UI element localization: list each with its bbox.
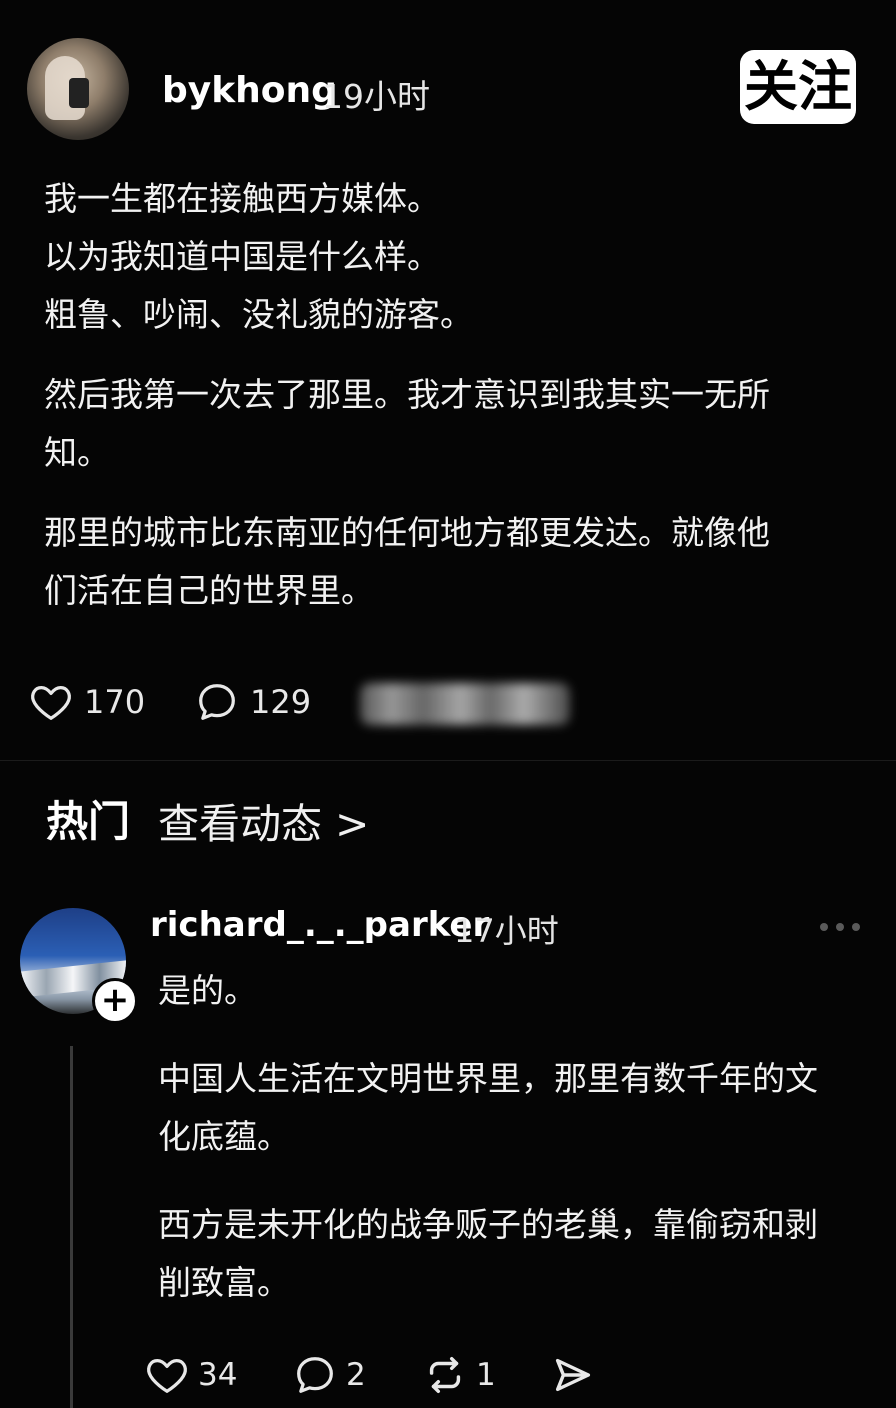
post-line: 以为我知道中国是什么样。 [44, 237, 440, 276]
post-body: 我一生都在接触西方媒体。 以为我知道中国是什么样。 粗鲁、吵闹、没礼貌的游客。 … [44, 170, 844, 620]
hot-replies-heading: 热门 [46, 797, 131, 846]
post-author-username[interactable]: bykhong [162, 70, 337, 111]
post-line: 然后我第一次去了那里。我才意识到我其实一无所 [44, 375, 770, 414]
avatar-phone-shape [69, 78, 89, 108]
follow-button[interactable]: 关注 [740, 50, 856, 124]
comment-action-bar: 34 2 1 [144, 1350, 644, 1400]
more-dots-icon[interactable] [820, 918, 860, 936]
comment-line: 中国人生活在文明世界里，那里有数千年的文 [158, 1059, 818, 1098]
post-line: 那里的城市比东南亚的任何地方都更发达。就像他 [44, 513, 770, 552]
repost-icon [429, 1356, 461, 1394]
plus-icon[interactable]: + [92, 978, 138, 1024]
like-button[interactable]: 170 [28, 676, 145, 728]
comment-repost-button[interactable]: 1 [422, 1350, 496, 1400]
comment-line: 是的。 [158, 971, 257, 1010]
comment-reply-count: 2 [346, 1357, 366, 1393]
post-line: 知。 [44, 433, 110, 472]
comment-button[interactable]: 129 [194, 676, 311, 728]
heart-icon [31, 685, 71, 720]
speech-bubble-icon [297, 1357, 333, 1393]
post-line: 们活在自己的世界里。 [44, 571, 374, 610]
comment-body: 是的。 中国人生活在文明世界里，那里有数千年的文 化底蕴。 西方是未开化的战争贩… [158, 962, 858, 1312]
heart-icon [147, 1358, 187, 1393]
comment-repost-count: 1 [476, 1357, 496, 1393]
post-line: 我一生都在接触西方媒体。 [44, 179, 440, 218]
comment-line: 化底蕴。 [158, 1117, 290, 1156]
section-divider [0, 760, 896, 761]
thread-line [70, 1046, 73, 1408]
comment-author-username[interactable]: richard_._._parker [150, 905, 489, 945]
comment-line: 西方是未开化的战争贩子的老巢，靠偷窃和剥 [158, 1205, 818, 1244]
speech-bubble-icon [199, 684, 235, 720]
post-line: 粗鲁、吵闹、没礼貌的游客。 [44, 295, 473, 334]
comment-share-button[interactable] [550, 1350, 596, 1400]
blurred-content [360, 683, 570, 725]
comment-count: 129 [250, 683, 312, 721]
comment-line: 削致富。 [158, 1263, 290, 1302]
comment-timestamp: 17小时 [454, 912, 559, 950]
send-icon [555, 1358, 591, 1392]
comment-like-button[interactable]: 34 [144, 1350, 237, 1400]
author-avatar[interactable] [27, 38, 129, 140]
like-count: 170 [84, 683, 146, 721]
view-activity-link[interactable]: 查看动态 > [158, 790, 369, 850]
comment-reply-button[interactable]: 2 [292, 1350, 366, 1400]
post-timestamp: 19小时 [322, 77, 430, 116]
comment-like-count: 34 [198, 1357, 238, 1393]
